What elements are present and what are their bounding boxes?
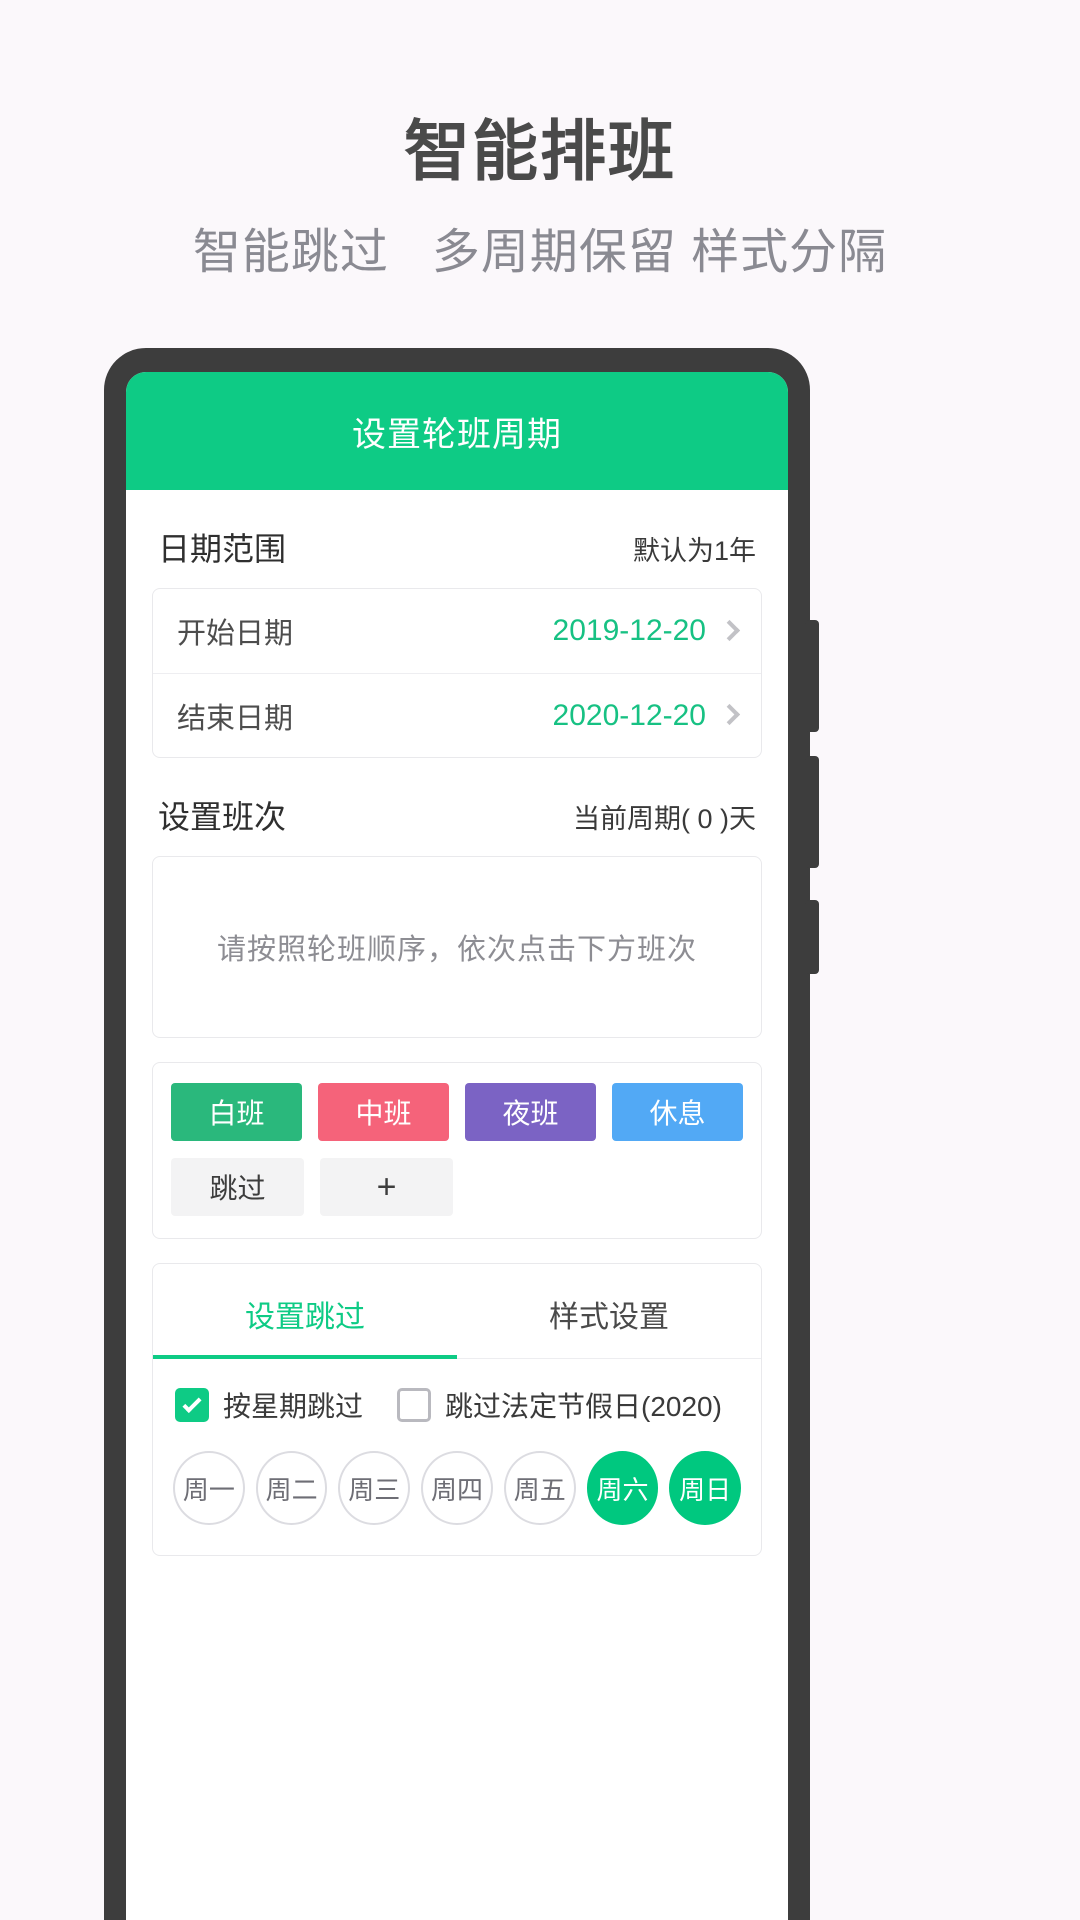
weekday-sat-label: 周六 bbox=[596, 1474, 649, 1505]
shift-chip-rest[interactable]: 休息 bbox=[612, 1083, 743, 1141]
checkbox-checked-icon bbox=[175, 1388, 209, 1422]
page-subtitle: 智能跳过 多周期保留 样式分隔 bbox=[192, 226, 888, 279]
volume-up-button[interactable] bbox=[805, 620, 819, 732]
shift-sequence-dropzone[interactable]: 请按照轮班顺序，依次点击下方班次 bbox=[152, 856, 762, 1038]
checkbox-skip-holidays-label: 跳过法定节假日(2020) bbox=[445, 1391, 722, 1422]
start-date-value: 2019-12-20 bbox=[552, 614, 706, 647]
checkbox-unchecked-icon bbox=[397, 1388, 432, 1422]
weekday-sun-label: 周日 bbox=[679, 1474, 732, 1505]
power-button[interactable] bbox=[805, 900, 819, 974]
promo-page: 智能排班 智能跳过 多周期保留 样式分隔 设置轮班周期 日期范围 默认为1年 开… bbox=[0, 0, 1080, 1920]
weekday-mon-label: 周一 bbox=[182, 1474, 235, 1505]
shift-palette-row-1: 白班 中班 夜班 休息 bbox=[171, 1083, 743, 1141]
skip-options: 按星期跳过 跳过法定节假日(2020) bbox=[153, 1359, 761, 1429]
shift-palette-row-2: 跳过 + bbox=[171, 1158, 743, 1216]
tab-style-settings[interactable]: 样式设置 bbox=[457, 1264, 761, 1358]
shift-chip-mid[interactable]: 中班 bbox=[318, 1083, 449, 1141]
weekday-thu-label: 周四 bbox=[431, 1474, 484, 1505]
phone-mockup: 设置轮班周期 日期范围 默认为1年 开始日期 2019-12-20 结束日期 2… bbox=[104, 348, 819, 1920]
volume-down-button[interactable] bbox=[805, 756, 819, 868]
phone-screen: 设置轮班周期 日期范围 默认为1年 开始日期 2019-12-20 结束日期 2… bbox=[126, 372, 788, 1920]
date-range-title: 日期范围 bbox=[158, 531, 287, 567]
end-date-right: 2020-12-20 bbox=[552, 698, 741, 733]
weekday-wed[interactable]: 周三 bbox=[338, 1451, 411, 1525]
weekday-thu[interactable]: 周四 bbox=[421, 1451, 493, 1525]
shift-chip-day[interactable]: 白班 bbox=[171, 1083, 302, 1141]
shift-sequence-hint: 请按照轮班顺序，依次点击下方班次 bbox=[216, 934, 697, 966]
weekday-tue[interactable]: 周二 bbox=[255, 1451, 328, 1525]
shift-chip-skip[interactable]: 跳过 bbox=[171, 1158, 304, 1216]
weekday-fri[interactable]: 周五 bbox=[503, 1451, 576, 1525]
tab-style-settings-label: 样式设置 bbox=[549, 1301, 669, 1334]
shift-chip-skip-label: 跳过 bbox=[209, 1173, 266, 1204]
app-content: 日期范围 默认为1年 开始日期 2019-12-20 结束日期 2020-12-… bbox=[126, 490, 788, 1556]
shift-chip-day-label: 白班 bbox=[208, 1098, 265, 1129]
end-date-row[interactable]: 结束日期 2020-12-20 bbox=[153, 673, 761, 757]
checkbox-skip-by-weekday-label: 按星期跳过 bbox=[223, 1391, 364, 1422]
end-date-value: 2020-12-20 bbox=[552, 698, 706, 732]
plus-icon: + bbox=[376, 1167, 397, 1206]
add-shift-button[interactable]: + bbox=[320, 1158, 453, 1216]
tab-skip-settings-label: 设置跳过 bbox=[245, 1301, 365, 1334]
weekday-wed-label: 周三 bbox=[348, 1474, 401, 1505]
date-range-card: 开始日期 2019-12-20 结束日期 2020-12-20 bbox=[152, 588, 762, 758]
shift-section-header: 设置班次 当前周期( 0 )天 bbox=[152, 758, 762, 856]
app-bar-title: 设置轮班周期 bbox=[352, 415, 562, 454]
chevron-right-icon bbox=[718, 619, 741, 641]
weekday-sun[interactable]: 周日 bbox=[669, 1451, 742, 1525]
weekday-sat[interactable]: 周六 bbox=[586, 1451, 659, 1525]
start-date-row[interactable]: 开始日期 2019-12-20 bbox=[153, 589, 761, 673]
checkbox-skip-by-weekday[interactable]: 按星期跳过 bbox=[175, 1385, 363, 1425]
start-date-label: 开始日期 bbox=[177, 618, 294, 650]
weekday-fri-label: 周五 bbox=[513, 1474, 566, 1505]
checkbox-skip-holidays[interactable]: 跳过法定节假日(2020) bbox=[397, 1385, 722, 1425]
date-range-header: 日期范围 默认为1年 bbox=[152, 490, 762, 588]
weekday-selector: 周一 周二 周三 周四 周五 周六 周日 bbox=[153, 1429, 761, 1529]
date-range-note: 默认为1年 bbox=[632, 536, 756, 566]
chevron-right-icon bbox=[718, 703, 741, 726]
shift-chip-rest-label: 休息 bbox=[649, 1098, 706, 1129]
cycle-length-note: 当前周期( 0 )天 bbox=[572, 804, 756, 834]
shift-chip-night-label: 夜班 bbox=[502, 1098, 559, 1129]
weekday-tue-label: 周二 bbox=[265, 1474, 318, 1505]
shift-section-title: 设置班次 bbox=[158, 799, 287, 835]
start-date-right: 2019-12-20 bbox=[552, 614, 741, 648]
shift-palette: 白班 中班 夜班 休息 跳过 + bbox=[152, 1062, 762, 1239]
settings-tabs: 设置跳过 样式设置 bbox=[153, 1264, 761, 1359]
shift-chip-mid-label: 中班 bbox=[355, 1098, 412, 1129]
app-bar: 设置轮班周期 bbox=[126, 372, 788, 490]
shift-chip-night[interactable]: 夜班 bbox=[465, 1083, 596, 1141]
page-title: 智能排班 bbox=[404, 114, 676, 188]
weekday-mon[interactable]: 周一 bbox=[173, 1451, 245, 1525]
end-date-label: 结束日期 bbox=[177, 702, 294, 735]
settings-tab-card: 设置跳过 样式设置 按星期跳过 跳过法定节假日(2020) 周一 周二 周三 周… bbox=[152, 1263, 762, 1556]
tab-skip-settings[interactable]: 设置跳过 bbox=[153, 1264, 457, 1359]
